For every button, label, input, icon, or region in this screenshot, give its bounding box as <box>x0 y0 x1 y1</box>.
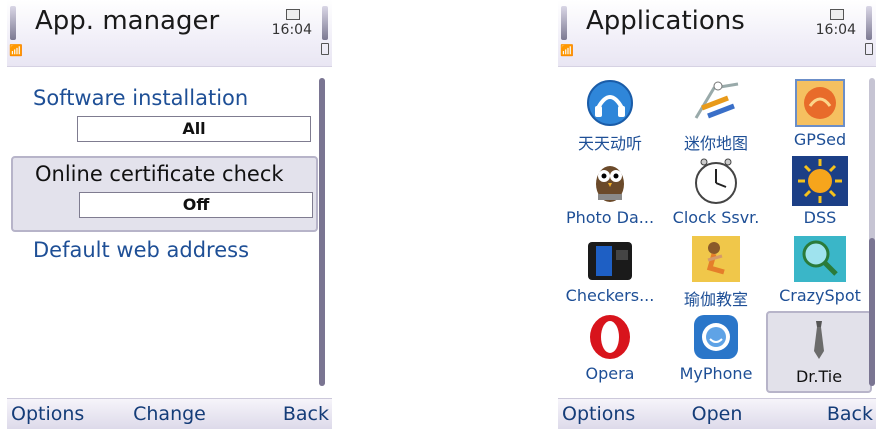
open-softkey[interactable]: Open <box>692 403 743 425</box>
app-label: Photo Da... <box>565 208 655 227</box>
setting-default-web-address[interactable]: Default web address <box>11 238 316 262</box>
checkers-icon <box>588 242 632 280</box>
clock: 16:04 <box>815 22 856 38</box>
app-label: DSS <box>803 208 837 227</box>
screen-title: Applications <box>586 6 745 36</box>
tiantian-player-icon <box>587 80 633 126</box>
myphone-icon <box>694 315 738 359</box>
app-gpsed[interactable]: GPSed <box>770 76 870 156</box>
back-softkey[interactable]: Back <box>283 403 329 425</box>
battery-level-bar <box>322 6 328 40</box>
app-yoga[interactable]: 瑜伽教室 <box>666 232 766 312</box>
app-label: CrazySpot <box>779 286 861 305</box>
setting-software-installation[interactable]: Software installation All <box>11 86 316 142</box>
app-photo-data[interactable]: Photo Da... <box>560 154 660 234</box>
clock-icon <box>695 158 737 204</box>
app-crazyspot[interactable]: CrazySpot <box>770 232 870 312</box>
scrollbar[interactable] <box>869 78 875 386</box>
antenna-icon: 📶 <box>9 44 23 57</box>
setting-label: Default web address <box>33 238 250 262</box>
options-softkey[interactable]: Options <box>11 403 84 425</box>
back-softkey[interactable]: Back <box>827 403 873 425</box>
message-icon <box>286 9 300 20</box>
battery-icon <box>865 43 873 55</box>
status-bar: 📶 Applications 16:04 <box>558 0 876 67</box>
setting-label: Online certificate check <box>35 162 284 186</box>
applications-screen: 📶 Applications 16:04 天天动听 迷你地图 GPSed Pho… <box>558 0 876 429</box>
battery-level-bar <box>866 6 872 40</box>
app-label: 瑜伽教室 <box>683 290 748 309</box>
clock: 16:04 <box>271 22 312 38</box>
scrollbar[interactable] <box>319 78 325 386</box>
antenna-icon: 📶 <box>560 44 574 57</box>
app-label: Checkers... <box>565 286 655 305</box>
crazyspot-icon <box>794 236 846 282</box>
app-clock-ssvr[interactable]: Clock Ssvr. <box>666 154 766 234</box>
gpsed-icon <box>795 79 845 127</box>
app-manager-screen: 📶 App. manager 16:04 Software installati… <box>7 0 332 429</box>
app-label: 天天动听 <box>577 134 642 153</box>
app-label: MyPhone <box>679 364 753 383</box>
sun-icon <box>792 156 848 206</box>
app-dr-tie[interactable]: Dr.Tie <box>766 311 872 393</box>
opera-icon <box>590 315 630 359</box>
softkey-bar: Options Open Back <box>558 398 876 429</box>
screen-title: App. manager <box>35 6 220 36</box>
app-label: Opera <box>585 364 635 383</box>
message-icon <box>830 9 844 20</box>
options-softkey[interactable]: Options <box>562 403 635 425</box>
app-dss[interactable]: DSS <box>770 154 870 234</box>
battery-icon <box>321 43 329 55</box>
app-label: Clock Ssvr. <box>672 208 760 227</box>
app-mini-map[interactable]: 迷你地图 <box>666 76 766 156</box>
app-opera[interactable]: Opera <box>560 310 660 390</box>
status-bar: 📶 App. manager 16:04 <box>7 0 332 67</box>
app-label: Dr.Tie <box>795 367 843 386</box>
setting-value: Off <box>79 192 313 218</box>
scrollbar-thumb[interactable] <box>319 78 325 386</box>
app-tiantian[interactable]: 天天动听 <box>560 76 660 156</box>
tie-icon <box>814 321 824 359</box>
setting-label: Software installation <box>33 86 249 110</box>
photo-data-owl-icon <box>596 166 624 202</box>
setting-online-certificate-check[interactable]: Online certificate check Off <box>11 156 318 232</box>
signal-strength-bar <box>561 6 567 40</box>
mini-map-icon <box>694 81 739 119</box>
setting-value: All <box>77 116 311 142</box>
softkey-bar: Options Change Back <box>7 398 332 429</box>
yoga-icon <box>692 236 740 282</box>
change-softkey[interactable]: Change <box>133 403 206 425</box>
scrollbar-thumb[interactable] <box>869 238 875 386</box>
app-label: 迷你地图 <box>683 134 748 153</box>
app-checkers[interactable]: Checkers... <box>560 232 660 312</box>
app-myphone[interactable]: MyPhone <box>666 310 766 390</box>
app-label: GPSed <box>793 130 847 149</box>
signal-strength-bar <box>10 6 16 40</box>
